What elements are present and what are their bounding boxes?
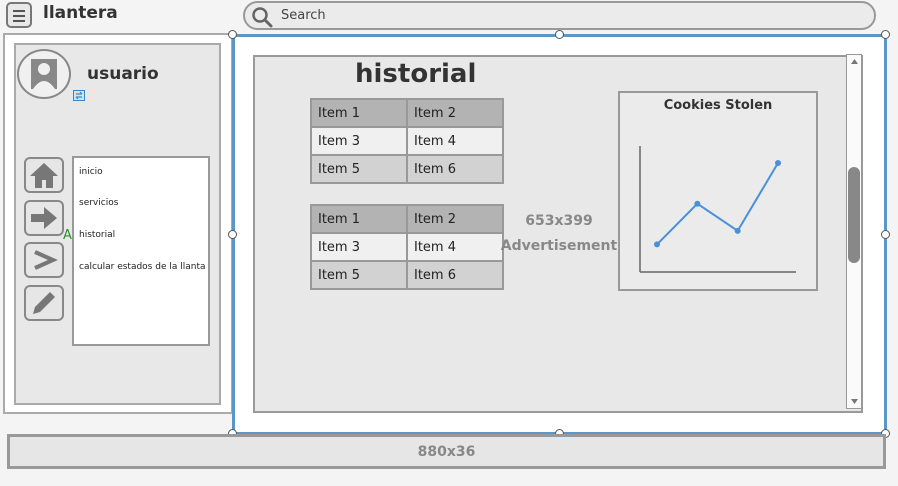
table-cell: Item 6 — [406, 260, 504, 290]
sidebar-item-servicios[interactable]: servicios — [79, 198, 118, 208]
table-cell: Item 4 — [406, 232, 504, 262]
resize-handle-tl[interactable] — [228, 30, 237, 39]
chart-point — [775, 160, 781, 166]
chart-point — [654, 241, 660, 248]
table-cell: Item 5 — [310, 154, 408, 184]
edit-button[interactable] — [24, 285, 64, 321]
table-row: Item 3 Item 4 — [310, 126, 504, 156]
resize-handle-t[interactable] — [555, 30, 564, 39]
chart-point — [734, 227, 741, 234]
footer-banner: 880x36 — [7, 434, 886, 469]
table-cell: Item 1 — [310, 98, 408, 128]
resize-handle-tr[interactable] — [881, 30, 890, 39]
username-label: usuario — [87, 64, 159, 84]
sidebar-item-historial[interactable]: historial — [79, 230, 115, 240]
table-cell: Item 3 — [310, 232, 408, 262]
search-icon — [252, 7, 273, 28]
line-chart — [639, 146, 796, 273]
chevron-right-icon — [34, 250, 58, 270]
arrow-right-icon — [31, 207, 57, 229]
table-row: Item 1 Item 2 — [310, 204, 504, 234]
table-row: Item 5 Item 6 — [310, 154, 504, 184]
forward-button[interactable] — [24, 242, 64, 278]
footer-label: 880x36 — [417, 444, 476, 460]
chart-point — [694, 200, 701, 207]
table-cell: Item 2 — [406, 98, 504, 128]
chart-series-line — [656, 162, 779, 246]
table-cell: Item 1 — [310, 204, 408, 234]
refresh-icon[interactable] — [73, 90, 85, 101]
data-table-2: Item 1 Item 2 Item 3 Item 4 Item 5 Item … — [310, 204, 504, 290]
menu-button[interactable] — [6, 2, 32, 28]
home-button[interactable] — [24, 157, 64, 193]
table-row: Item 5 Item 6 — [310, 260, 504, 290]
resize-handle-l[interactable] — [228, 230, 237, 239]
table-cell: Item 3 — [310, 126, 408, 156]
advertisement-size: 653x399 — [525, 213, 593, 229]
sidebar-item-inicio[interactable]: inicio — [79, 167, 103, 177]
scroll-down-icon[interactable] — [849, 396, 860, 406]
home-icon — [30, 163, 58, 188]
advertisement-label: Advertisement — [500, 238, 618, 254]
search-input[interactable]: Search — [281, 8, 326, 23]
nav-list: inicio servicios historial calcular esta… — [72, 156, 210, 346]
table-row: Item 3 Item 4 — [310, 232, 504, 262]
resize-handle-r[interactable] — [881, 230, 890, 239]
table-cell: Item 2 — [406, 204, 504, 234]
table-cell: Item 5 — [310, 260, 408, 290]
user-icon — [31, 59, 57, 89]
sidebar-item-calcular[interactable]: calcular estados de la llanta — [79, 262, 205, 272]
pencil-icon — [33, 292, 55, 314]
page-title: historial — [355, 59, 477, 89]
app-title: llantera — [43, 3, 118, 23]
stray-label: A — [63, 228, 72, 243]
search-bar[interactable]: Search — [243, 1, 876, 30]
data-table-1: Item 1 Item 2 Item 3 Item 4 Item 5 Item … — [310, 98, 504, 184]
avatar[interactable] — [17, 49, 71, 99]
table-cell: Item 6 — [406, 154, 504, 184]
next-button[interactable] — [24, 200, 64, 236]
table-cell: Item 4 — [406, 126, 504, 156]
table-row: Item 1 Item 2 — [310, 98, 504, 128]
scrollbar-thumb[interactable] — [848, 167, 860, 263]
scroll-up-icon[interactable] — [849, 57, 860, 67]
